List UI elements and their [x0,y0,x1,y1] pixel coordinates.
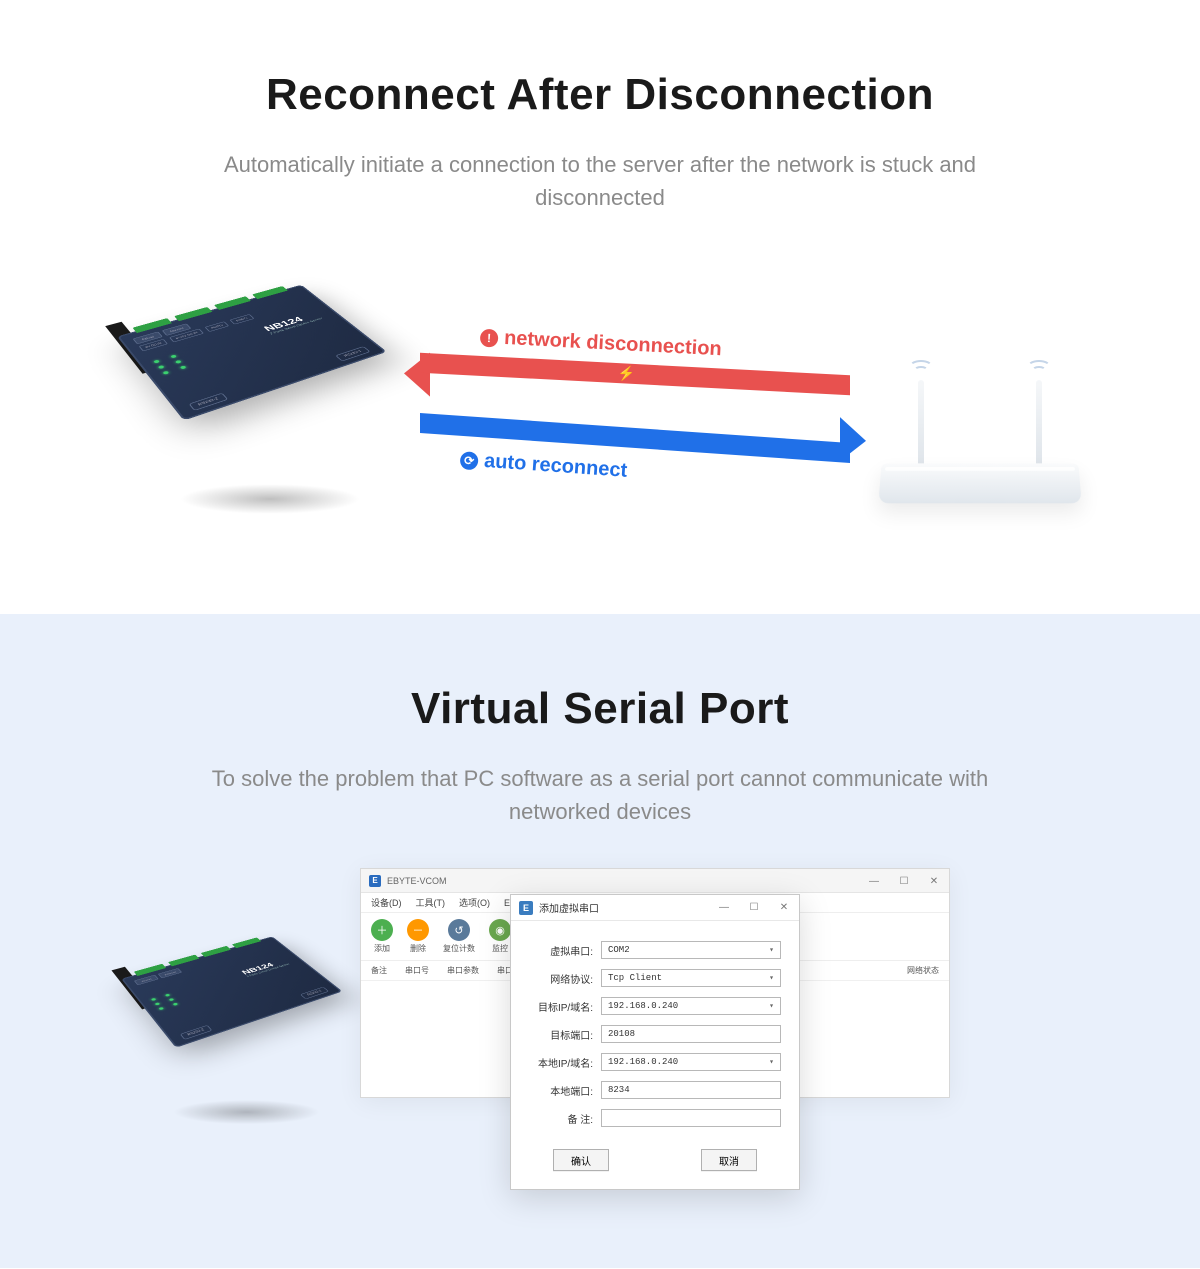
app-titlebar: E EBYTE-VCOM — ☐ ✕ [361,869,949,893]
section-reconnect: Reconnect After Disconnection Automatica… [0,0,1200,614]
protocol-select[interactable]: Tcp Client▾ [601,969,781,987]
window-close-icon[interactable]: ✕ [919,869,949,893]
toolbar-reset-button[interactable]: ↺复位计数 [443,919,475,954]
dialog-title: 添加虚拟串口 [539,900,599,915]
toolbar-delete-button[interactable]: －删除 [407,919,429,954]
chevron-down-icon: ▾ [769,1057,774,1067]
col-remark: 备注 [371,965,387,976]
ok-button[interactable]: 确认 [553,1149,609,1171]
dialog-minimize-icon[interactable]: — [709,895,739,919]
chevron-down-icon: ▾ [769,945,774,955]
plus-icon: ＋ [371,919,393,941]
field-target-port: 目标端口: 20108 [529,1025,781,1043]
virtual-port-select[interactable]: COM2▾ [601,941,781,959]
target-port-input[interactable]: 20108 [601,1025,781,1043]
dialog-close-icon[interactable]: ✕ [769,895,799,919]
disconnection-arrow: ⚡ ! network disconnection [420,364,850,400]
field-local-ip: 本地IP/域名: 192.168.0.240▾ [529,1053,781,1071]
section2-illustration: Reload Ethernet NB124 2 Ports Serial Dev… [150,868,1050,1208]
dialog-titlebar: E 添加虚拟串口 — ☐ ✕ [511,895,799,921]
local-port-input[interactable]: 8234 [601,1081,781,1099]
field-remark: 备 注: [529,1109,781,1127]
field-target-ip: 目标IP/域名: 192.168.0.240▾ [529,997,781,1015]
col-netstatus: 网络状态 [907,965,939,976]
dialog-maximize-icon[interactable]: ☐ [739,895,769,919]
menu-device[interactable]: 设备(D) [371,896,402,909]
section1-illustration: Reload Ethernet 5V DC-IN 8~28V DC-IN POR… [110,254,1090,554]
target-ip-input[interactable]: 192.168.0.240▾ [601,997,781,1015]
section-virtual-serial: Virtual Serial Port To solve the problem… [0,614,1200,1268]
col-params: 串口参数 [447,965,479,976]
local-ip-input[interactable]: 192.168.0.240▾ [601,1053,781,1071]
app-icon: E [369,875,381,887]
monitor-icon: ◉ [489,919,511,941]
app-title: EBYTE-VCOM [387,876,447,886]
section1-title: Reconnect After Disconnection [60,70,1140,120]
section2-subtitle: To solve the problem that PC software as… [210,762,990,828]
minus-icon: － [407,919,429,941]
serial-device-image-2: Reload Ethernet NB124 2 Ports Serial Dev… [140,919,353,1108]
toolbar-monitor-button[interactable]: ◉监控 [489,919,511,954]
toolbar-add-button[interactable]: ＋添加 [371,919,393,954]
chevron-down-icon: ▾ [769,973,774,983]
reconnect-icon: ⟳ [460,451,479,470]
field-virtual-port: 虚拟串口: COM2▾ [529,941,781,959]
menu-options[interactable]: 选项(O) [459,896,490,909]
reconnect-arrow: ⟳ auto reconnect [420,428,850,464]
reconnect-label: auto reconnect [483,450,628,483]
router-image [880,344,1080,524]
col-port: 串口号 [405,965,429,976]
field-local-port: 本地端口: 8234 [529,1081,781,1099]
serial-device-image: Reload Ethernet 5V DC-IN 8~28V DC-IN POR… [140,264,400,494]
disconnection-label: network disconnection [504,327,723,361]
connection-arrows: ⚡ ! network disconnection ⟳ auto reconne… [420,364,850,492]
menu-tools[interactable]: 工具(T) [416,896,446,909]
bolt-icon: ⚡ [618,365,635,383]
field-protocol: 网络协议: Tcp Client▾ [529,969,781,987]
window-maximize-icon[interactable]: ☐ [889,869,919,893]
add-port-dialog: E 添加虚拟串口 — ☐ ✕ 虚拟串口: COM2▾ 网络协议: Tcp Cli… [510,894,800,1190]
alert-icon: ! [480,328,499,347]
remark-input[interactable] [601,1109,781,1127]
section2-title: Virtual Serial Port [60,684,1140,734]
reset-icon: ↺ [448,919,470,941]
dialog-icon: E [519,901,533,915]
chevron-down-icon: ▾ [769,1001,774,1011]
window-minimize-icon[interactable]: — [859,869,889,893]
cancel-button[interactable]: 取消 [701,1149,757,1171]
section1-subtitle: Automatically initiate a connection to t… [210,148,990,214]
